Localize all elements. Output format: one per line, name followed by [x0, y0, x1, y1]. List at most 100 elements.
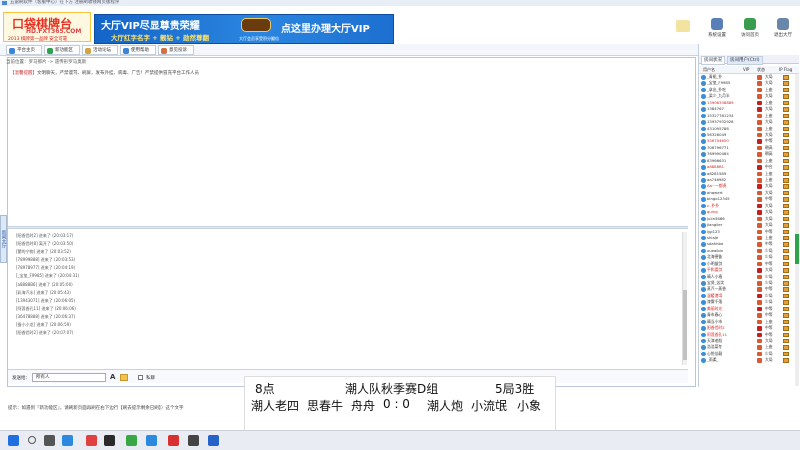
notice-body: 文明聊天，严禁谩骂、刷屏，发布外挂、病毒、广告！严禁提供冒充平台工作人员	[37, 71, 199, 76]
user-avatar-icon	[701, 165, 706, 170]
ip-flag-icon	[783, 338, 789, 344]
qq-icon[interactable]	[104, 435, 115, 446]
user-avatar-icon	[701, 197, 706, 202]
user-avatar-icon	[701, 126, 706, 131]
ip-flag-icon	[783, 255, 789, 260]
team2-player: 潮人炮	[427, 399, 464, 413]
user-avatar-icon	[701, 223, 706, 228]
user-list-scrollbar[interactable]	[795, 74, 799, 386]
ip-flag-icon	[783, 139, 789, 144]
scrollbar-thumb[interactable]	[795, 234, 799, 264]
ip-flag-icon	[783, 158, 789, 164]
chat-line: [阿莲香孔11] 进来了 (20:06:06)	[16, 305, 76, 311]
system-settings-button[interactable]: 系统设置	[702, 18, 732, 44]
header-username[interactable]: 用户名	[703, 66, 715, 74]
notification-icon[interactable]	[676, 20, 690, 32]
help-icon	[123, 48, 129, 54]
tab-label: 使用帮助	[131, 48, 149, 53]
vip-badge-icon	[241, 18, 271, 32]
tab-new-features[interactable]: 新功能区	[44, 45, 80, 55]
ip-flag-icon	[783, 306, 789, 312]
ip-flag-icon	[783, 242, 789, 247]
vip-level-icon	[757, 184, 762, 189]
ip-flag-icon	[783, 126, 789, 131]
exit-lobby-button[interactable]: 退出大厅	[768, 18, 798, 44]
vip-level-icon	[757, 281, 762, 286]
gear-icon	[711, 18, 723, 30]
tab-platform-home[interactable]: 平台主页	[6, 45, 42, 55]
user-list-header: 用户名 VIP 状态 IP Flag	[699, 66, 799, 74]
ip-flag-icon	[783, 145, 789, 151]
folder-icon[interactable]	[120, 374, 128, 381]
task-view-icon[interactable]	[44, 435, 55, 446]
vip-level-icon	[757, 268, 762, 273]
user-avatar-icon	[701, 107, 706, 112]
chat-line: [蚕小小龙] 进来了 (20:06:59)	[16, 322, 71, 328]
ip-flag-icon	[783, 100, 789, 106]
user-avatar-icon	[701, 158, 706, 164]
tab-activity-forum[interactable]: 活动论坛	[82, 45, 118, 55]
vip-level-icon	[757, 358, 762, 363]
app-red-icon[interactable]	[168, 435, 179, 446]
header-state[interactable]: 状态	[757, 66, 765, 74]
private-chat-checkbox[interactable]	[138, 375, 143, 380]
vip-banner-subtitle: 大厅红字名字 + 靓钻 + 勋然尊翻	[111, 34, 209, 42]
chat-scrollbar[interactable]	[682, 232, 687, 365]
ip-flag-icon	[783, 152, 789, 157]
user-avatar-icon	[701, 281, 706, 286]
nav-tabs-bar: 平台主页 新功能区 活动论坛 使用帮助 意见投诉	[0, 44, 800, 56]
360-icon[interactable]	[126, 435, 137, 446]
ie-icon[interactable]	[62, 435, 73, 446]
recipient-select[interactable]: 所有人	[32, 373, 106, 382]
user-avatar-icon	[701, 326, 706, 331]
site-logo[interactable]: 口袋棋牌台 HD.FXT365.COM 2013 棋牌第一品牌 安全可靠	[3, 12, 91, 42]
app-blue-icon[interactable]	[208, 435, 219, 446]
app-game-icon[interactable]	[86, 435, 97, 446]
chat-line: [阳香侣时8] 离开了 (20:03:50)	[16, 241, 74, 247]
tab-room-status[interactable]: 房间状况	[701, 56, 725, 65]
user-avatar-icon	[701, 313, 706, 318]
vip-level-icon	[757, 274, 762, 280]
font-icon[interactable]: A	[110, 373, 115, 381]
user-avatar-icon	[701, 190, 706, 196]
tab-feedback[interactable]: 意见投诉	[158, 45, 194, 55]
feedback-icon	[161, 48, 167, 54]
news-lobby-side-tab[interactable]: 新闻大厅	[0, 215, 7, 263]
ip-flag-icon	[783, 184, 789, 189]
header-vip[interactable]: VIP	[743, 66, 749, 74]
exit-lobby-label: 退出大厅	[774, 33, 792, 38]
vip-level-icon	[757, 242, 762, 247]
ip-flag-icon	[783, 223, 789, 228]
vip-level-icon	[757, 126, 762, 131]
ip-flag-icon	[783, 210, 789, 215]
logo-line3: 2013 棋牌第一品牌 安全可靠	[8, 37, 68, 42]
ip-flag-icon	[783, 235, 789, 241]
private-chat-label: 私聊	[146, 376, 155, 381]
vip-banner-right-title: 点这里办理大厅VIP	[281, 24, 370, 35]
vip-level-icon	[757, 75, 762, 80]
ip-flag-icon	[783, 281, 789, 286]
store-icon[interactable]	[146, 435, 157, 446]
ip-flag-icon	[783, 261, 789, 267]
user-avatar-icon	[701, 113, 706, 119]
windows-start-icon[interactable]	[8, 435, 19, 446]
scrollbar-thumb[interactable]	[683, 290, 687, 360]
user-row[interactable]: _雨柔_ 大局	[699, 357, 795, 363]
vip-level-icon	[757, 351, 762, 357]
ip-flag-icon	[783, 229, 789, 234]
tab-room-users[interactable]: 房间用户(Ctrl)	[727, 56, 763, 65]
ip-flag-icon	[783, 132, 789, 138]
visit-home-button[interactable]: 访问首页	[735, 18, 765, 44]
user-avatar-icon	[701, 351, 706, 357]
vip-level-icon	[757, 332, 762, 337]
tab-help[interactable]: 使用帮助	[120, 45, 156, 55]
panel-splitter[interactable]	[8, 226, 688, 229]
chat-line: [78999888] 进来了 (20:03:53)	[16, 257, 76, 263]
send-to-label: 发送给：	[12, 376, 30, 381]
vip-level-icon	[757, 229, 762, 234]
vip-level-icon	[757, 81, 762, 86]
search-icon[interactable]	[28, 436, 36, 444]
app-dark-icon[interactable]	[188, 435, 199, 446]
header-ip-flag[interactable]: IP Flag	[779, 66, 792, 74]
vip-banner-ad[interactable]: 大厅VIP尽显尊贵荣耀 大厅红字名字 + 靓钻 + 勋然尊翻 点这里办理大厅VI…	[94, 14, 394, 44]
